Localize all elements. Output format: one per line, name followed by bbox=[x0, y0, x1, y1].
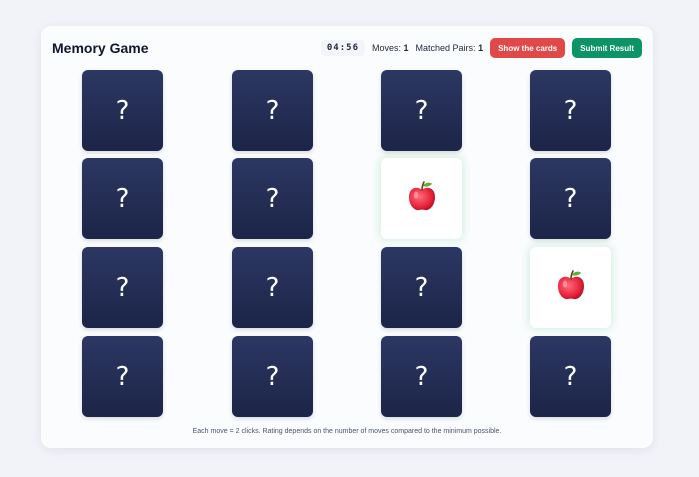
card-question-mark: ? bbox=[265, 95, 280, 126]
card-flipped[interactable] bbox=[381, 158, 462, 239]
card-hidden[interactable]: ? bbox=[82, 247, 163, 328]
card-question-mark: ? bbox=[414, 272, 429, 303]
card-hidden[interactable]: ? bbox=[381, 247, 462, 328]
card-question-mark: ? bbox=[563, 183, 578, 214]
card-hidden[interactable]: ? bbox=[232, 336, 313, 417]
card-hidden[interactable]: ? bbox=[232, 158, 313, 239]
footer-note: Each move = 2 clicks. Rating depends on … bbox=[192, 428, 502, 435]
card-hidden[interactable]: ? bbox=[530, 158, 611, 239]
card-hidden[interactable]: ? bbox=[82, 70, 163, 151]
card-question-mark: ? bbox=[115, 272, 130, 303]
card-hidden[interactable]: ? bbox=[232, 70, 313, 151]
card-question-mark: ? bbox=[265, 272, 280, 303]
card-question-mark: ? bbox=[414, 95, 429, 126]
card-question-mark: ? bbox=[563, 361, 578, 392]
card-hidden[interactable]: ? bbox=[530, 336, 611, 417]
card-question-mark: ? bbox=[265, 361, 280, 392]
apple-icon bbox=[556, 269, 586, 306]
card-hidden[interactable]: ? bbox=[381, 70, 462, 151]
card-question-mark: ? bbox=[563, 95, 578, 126]
card-question-mark: ? bbox=[115, 361, 130, 392]
card-grid: ?????????????? bbox=[41, 26, 653, 448]
card-hidden[interactable]: ? bbox=[381, 336, 462, 417]
card-question-mark: ? bbox=[414, 361, 429, 392]
card-flipped[interactable] bbox=[530, 247, 611, 328]
card-hidden[interactable]: ? bbox=[82, 158, 163, 239]
card-question-mark: ? bbox=[115, 95, 130, 126]
game-panel: Memory Game 04:56 Moves: 1 Matched Pairs… bbox=[41, 26, 653, 448]
apple-icon bbox=[407, 180, 437, 217]
card-hidden[interactable]: ? bbox=[82, 336, 163, 417]
card-hidden[interactable]: ? bbox=[530, 70, 611, 151]
card-hidden[interactable]: ? bbox=[232, 247, 313, 328]
card-question-mark: ? bbox=[115, 183, 130, 214]
card-question-mark: ? bbox=[265, 183, 280, 214]
